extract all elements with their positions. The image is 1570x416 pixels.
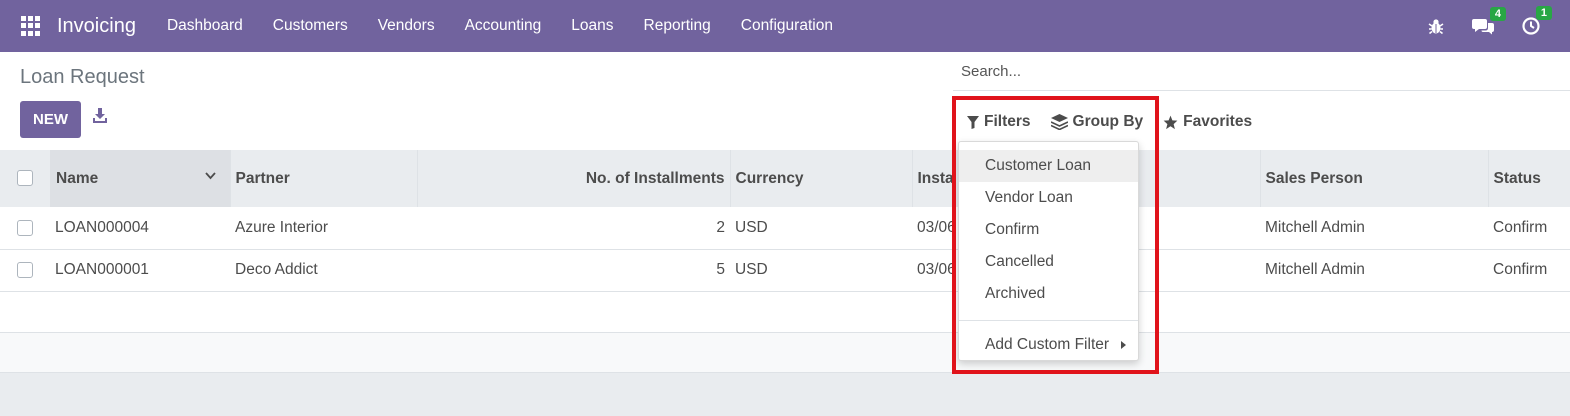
- col-sales-person[interactable]: Sales Person: [1260, 150, 1489, 207]
- loan-installments: 5: [716, 261, 725, 278]
- search-input[interactable]: [953, 63, 1570, 80]
- dropdown-divider: [959, 320, 1138, 321]
- bug-icon[interactable]: [1428, 18, 1444, 35]
- group-by-label: Group By: [1072, 113, 1144, 130]
- loan-name: LOAN000004: [55, 218, 149, 236]
- app-name[interactable]: Invoicing: [57, 15, 136, 38]
- menu-reporting[interactable]: Reporting: [629, 0, 726, 52]
- add-custom-filter[interactable]: Add Custom Filter: [959, 329, 1138, 361]
- list-view: Name Partner No. of Installments Currenc…: [0, 150, 1570, 373]
- col-installments[interactable]: No. of Installments: [417, 150, 731, 207]
- caret-right-icon: [1121, 341, 1126, 349]
- filters-toggle[interactable]: Filters: [957, 102, 1041, 142]
- menu-accounting[interactable]: Accounting: [450, 0, 557, 52]
- row-checkbox[interactable]: [17, 219, 33, 236]
- chevron-down-icon: [204, 172, 216, 180]
- empty-row: [0, 291, 1570, 332]
- table-row[interactable]: LOAN000004 Azure Interior 2 USD 03/06 Mi…: [0, 207, 1570, 249]
- loan-installments: 2: [716, 218, 725, 236]
- col-partner[interactable]: Partner: [230, 150, 418, 207]
- col-currency[interactable]: Currency: [730, 150, 913, 207]
- col-name[interactable]: Name: [50, 150, 231, 207]
- loan-currency: USD: [735, 261, 768, 278]
- activities-count-badge: 1: [1535, 6, 1552, 20]
- table-footer: [0, 332, 1570, 372]
- filters-label: Filters: [984, 113, 1031, 130]
- filter-confirm[interactable]: Confirm: [959, 214, 1138, 246]
- filter-cancelled[interactable]: Cancelled: [959, 246, 1138, 278]
- filter-vendor-loan[interactable]: Vendor Loan: [959, 182, 1138, 214]
- star-icon: [1163, 115, 1178, 129]
- loan-sales-person: Mitchell Admin: [1265, 261, 1365, 278]
- menu-configuration[interactable]: Configuration: [726, 0, 848, 52]
- search-options: Filters Group By Favorites: [957, 102, 1262, 142]
- clock-icon[interactable]: 1: [1522, 6, 1552, 35]
- table-row[interactable]: LOAN000001 Deco Addict 5 USD 03/06 Mitch…: [0, 249, 1570, 291]
- filter-customer-loan[interactable]: Customer Loan: [959, 150, 1138, 182]
- search-bar: [953, 63, 1570, 91]
- control-panel: Loan Request NEW Filters Group By Favori…: [0, 52, 1570, 150]
- loan-currency: USD: [735, 218, 768, 236]
- loan-sales-person: Mitchell Admin: [1265, 218, 1365, 236]
- filter-archived[interactable]: Archived: [959, 278, 1138, 310]
- select-all-cell: [0, 150, 50, 207]
- col-status[interactable]: Status: [1488, 150, 1570, 207]
- menu-customers[interactable]: Customers: [258, 0, 363, 52]
- chat-icon[interactable]: 4: [1472, 6, 1506, 35]
- menu-vendors[interactable]: Vendors: [363, 0, 450, 52]
- loan-status: Confirm: [1493, 261, 1548, 278]
- row-select-cell: [0, 207, 50, 249]
- add-custom-filter-label: Add Custom Filter: [985, 336, 1110, 353]
- menu-dashboard[interactable]: Dashboard: [152, 0, 258, 52]
- top-navbar: Invoicing Dashboard Customers Vendors Ac…: [0, 0, 1570, 52]
- favorites-toggle[interactable]: Favorites: [1153, 102, 1262, 142]
- messages-count-badge: 4: [1489, 6, 1506, 21]
- filters-dropdown: Customer Loan Vendor Loan Confirm Cancel…: [958, 141, 1139, 361]
- filter-icon: [967, 115, 979, 129]
- download-icon[interactable]: [92, 108, 108, 128]
- table-header: Name Partner No. of Installments Currenc…: [0, 150, 1570, 207]
- row-select-cell: [0, 249, 50, 291]
- row-checkbox[interactable]: [17, 261, 33, 278]
- loan-partner: Azure Interior: [235, 218, 329, 236]
- page-title: Loan Request: [20, 66, 145, 88]
- menu-loans[interactable]: Loans: [556, 0, 628, 52]
- group-by-toggle[interactable]: Group By: [1041, 102, 1154, 142]
- loan-status: Confirm: [1493, 218, 1548, 236]
- select-all-checkbox[interactable]: [17, 170, 33, 187]
- loan-partner: Deco Addict: [235, 261, 318, 278]
- loan-name: LOAN000001: [55, 261, 149, 278]
- new-button[interactable]: NEW: [20, 101, 81, 138]
- apps-menu-icon[interactable]: [21, 16, 41, 36]
- col-name-label: Name: [56, 169, 99, 187]
- layers-icon: [1050, 114, 1068, 130]
- loan-table: Name Partner No. of Installments Currenc…: [0, 150, 1570, 373]
- favorites-label: Favorites: [1183, 113, 1253, 130]
